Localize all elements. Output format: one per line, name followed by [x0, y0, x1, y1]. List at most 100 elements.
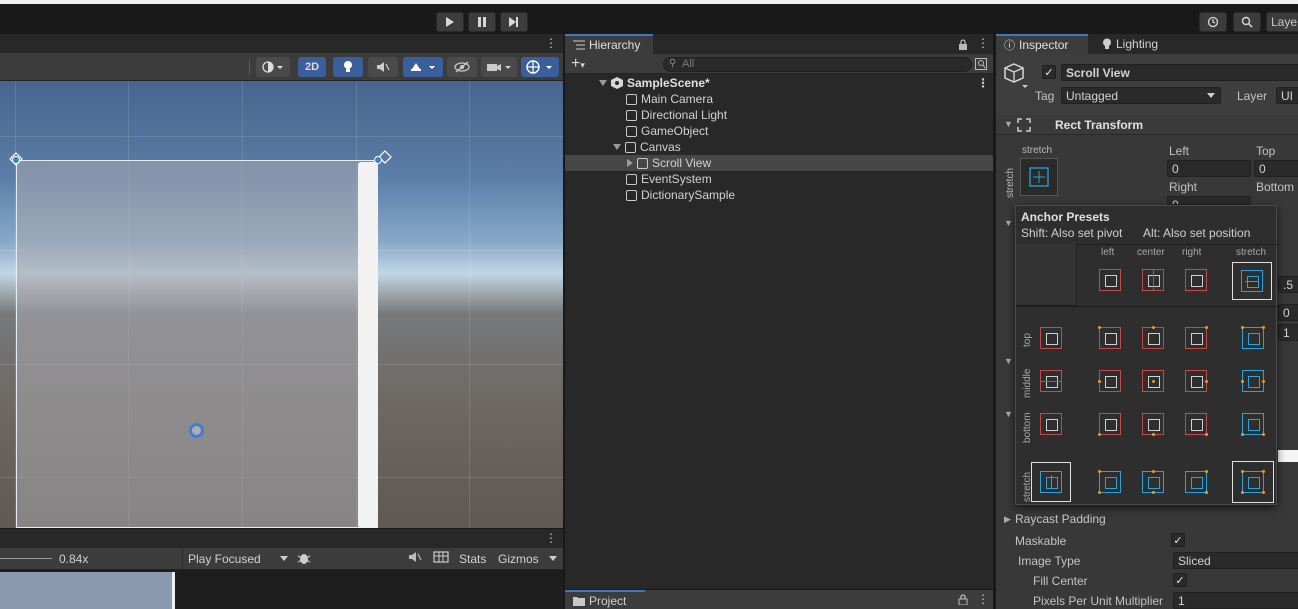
anchor-preset-middle-center[interactable] [1137, 365, 1169, 397]
mute-audio-button[interactable] [408, 551, 424, 567]
partial-field[interactable]: .5 [1278, 276, 1298, 293]
anchor-presets-button[interactable] [1020, 158, 1058, 196]
hierarchy-item[interactable]: Main Camera [565, 91, 993, 107]
tab-inspector[interactable]: ⓘ Inspector [996, 34, 1088, 54]
tab-hierarchy[interactable]: Hierarchy [565, 34, 653, 54]
create-dropdown[interactable]: +▾ [571, 55, 585, 73]
hierarchy-item[interactable]: Canvas [565, 139, 993, 155]
step-button[interactable] [500, 12, 528, 32]
layer-dropdown[interactable]: UI [1276, 87, 1298, 104]
hierarchy-item[interactable]: EventSystem [565, 171, 993, 187]
foldout-arrow-icon[interactable]: ▶ [1004, 514, 1011, 525]
scroll-view-rect[interactable] [16, 160, 378, 528]
toggle-2d-button[interactable]: 2D [298, 57, 326, 77]
left-field[interactable]: 0 [1167, 160, 1251, 177]
lighting-toggle[interactable] [333, 57, 363, 77]
hierarchy-item[interactable]: DictionarySample [565, 187, 993, 203]
scene-menu-icon[interactable]: ⋮ [545, 36, 557, 50]
search-by-type-icon[interactable] [975, 58, 987, 70]
search-button[interactable] [1233, 12, 1261, 32]
raycast-padding-label[interactable]: Raycast Padding [1015, 512, 1106, 526]
pivot-handle[interactable] [189, 423, 204, 438]
game-menu-icon[interactable]: ⋮ [545, 531, 557, 545]
lock-icon[interactable] [958, 594, 968, 605]
anchor-preset-stretch-vertical[interactable] [1031, 462, 1071, 502]
history-button[interactable] [1199, 12, 1227, 32]
play-button[interactable] [436, 12, 464, 32]
stats-button[interactable]: Stats [459, 552, 486, 566]
foldout-arrow-icon[interactable]: ▼ [1004, 409, 1013, 419]
ppu-field[interactable]: 1 [1173, 592, 1298, 609]
gizmos-dropdown[interactable] [521, 57, 559, 77]
active-checkbox[interactable]: ✓ [1042, 65, 1056, 79]
corner-handle[interactable] [374, 156, 382, 164]
tab-project[interactable]: Project [565, 590, 645, 609]
anchor-preset-right[interactable] [1180, 264, 1212, 296]
scene-viewport[interactable] [0, 81, 563, 528]
gizmos-button[interactable]: Gizmos [498, 552, 539, 566]
anchor-preset-top-right[interactable] [1180, 322, 1212, 354]
image-type-dropdown[interactable]: Sliced [1173, 552, 1298, 569]
right-field[interactable]: 0 [1167, 196, 1251, 205]
fill-center-checkbox[interactable]: ✓ [1173, 573, 1187, 587]
anchor-preset-middle-right[interactable] [1180, 365, 1212, 397]
scene-root-row[interactable]: SampleScene* ⋮ [565, 75, 993, 91]
rect-transform-header[interactable]: ▼ Rect Transform [996, 115, 1298, 135]
foldout-arrow-icon[interactable]: ▼ [1004, 218, 1013, 228]
anchor-preset-stretch-left[interactable] [1094, 466, 1126, 498]
anchor-preset-middle-left[interactable] [1094, 365, 1126, 397]
gameobject-cube-icon[interactable] [1003, 62, 1029, 88]
foldout-arrow-icon[interactable]: ▼ [1004, 119, 1013, 129]
chevron-down-icon[interactable] [549, 556, 557, 562]
partial-field[interactable]: 1 [1278, 324, 1298, 341]
collapse-arrow-icon[interactable] [627, 159, 633, 167]
hierarchy-menu-icon[interactable]: ⋮ [977, 36, 989, 50]
hierarchy-item[interactable]: GameObject [565, 123, 993, 139]
tag-dropdown[interactable]: Untagged [1061, 87, 1221, 104]
partial-field[interactable]: 0 [1278, 304, 1298, 321]
anchor-preset-stretch-center[interactable] [1137, 466, 1169, 498]
anchor-preset-bottom-center[interactable] [1137, 408, 1169, 440]
scale-slider[interactable] [0, 558, 52, 559]
anchor-preset-middle-stretch[interactable] [1237, 365, 1269, 397]
corner-handle[interactable] [12, 156, 20, 164]
anchor-preset-bottom-stretch[interactable] [1237, 408, 1269, 440]
foldout-arrow-icon[interactable]: ▼ [1004, 356, 1013, 366]
pause-button[interactable] [468, 12, 496, 32]
top-field[interactable]: 0 [1254, 160, 1298, 177]
anchor-preset-top-stretch[interactable] [1237, 322, 1269, 354]
scene-menu-icon[interactable]: ⋮ [977, 76, 989, 90]
layers-dropdown[interactable]: Laye [1266, 12, 1298, 32]
scrollbar-vertical[interactable] [358, 162, 378, 528]
expand-arrow-icon[interactable] [599, 80, 607, 86]
anchor-preset-bottom-right[interactable] [1180, 408, 1212, 440]
audio-toggle[interactable] [368, 57, 398, 77]
tab-lighting[interactable]: Lighting [1096, 34, 1164, 54]
object-name-field[interactable]: Scroll View [1061, 64, 1298, 81]
project-menu-icon[interactable]: ⋮ [977, 592, 989, 606]
expand-arrow-icon[interactable] [613, 144, 621, 150]
anchor-preset-bottom-left[interactable] [1094, 408, 1126, 440]
game-viewport[interactable] [0, 570, 563, 609]
debug-bug-button[interactable] [296, 550, 316, 568]
anchor-preset-top-left[interactable] [1094, 322, 1126, 354]
anchor-preset-top-center[interactable] [1137, 322, 1169, 354]
anchor-preset-stretch-right[interactable] [1180, 466, 1212, 498]
draw-mode-dropdown[interactable] [256, 57, 290, 77]
anchor-preset-middle[interactable] [1035, 365, 1067, 397]
lock-icon[interactable] [958, 39, 968, 50]
hierarchy-item-selected[interactable]: Scroll View [565, 155, 993, 171]
hidden-objects-toggle[interactable] [447, 57, 477, 77]
play-mode-dropdown[interactable]: Play Focused [182, 549, 292, 569]
shortcuts-button[interactable] [433, 551, 451, 567]
color-swatch[interactable] [1278, 450, 1298, 462]
hierarchy-item[interactable]: Directional Light [565, 107, 993, 123]
camera-dropdown[interactable] [481, 57, 517, 77]
anchor-preset-stretch-horizontal[interactable] [1232, 262, 1272, 300]
hierarchy-search-input[interactable]: ⚲ All [663, 57, 972, 72]
effects-dropdown[interactable] [403, 57, 443, 77]
anchor-preset-stretch-both[interactable] [1232, 461, 1274, 503]
anchor-preset-center[interactable] [1137, 264, 1169, 296]
anchor-preset-top[interactable] [1035, 322, 1067, 354]
anchor-preset-bottom[interactable] [1035, 408, 1067, 440]
